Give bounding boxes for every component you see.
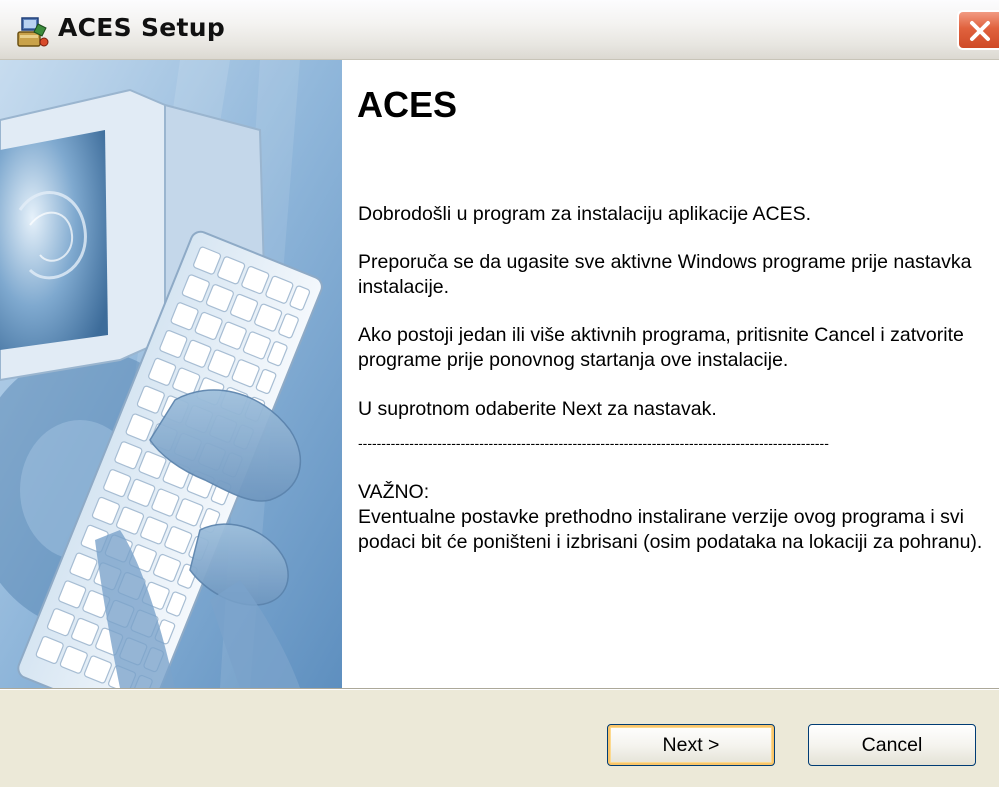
important-text: Eventualne postavke prethodno instaliran… [358,506,983,553]
recommendation-text: Preporuča se da ugasite sve aktivne Wind… [358,251,972,298]
setup-window: ACES Setup ACES Dobrodošli u program za … [0,0,999,787]
window-title: ACES Setup [58,13,226,42]
page-heading: ACES [357,84,458,125]
text-separator: ----------------------------------------… [358,435,829,451]
next-button[interactable]: Next > [607,724,775,766]
important-title: VAŽNO: [358,481,430,503]
active-programs-text: Ako postoji jedan ili više aktivnih prog… [358,324,964,371]
divider-highlight [0,689,999,690]
wizard-banner-image [0,60,342,688]
welcome-text: Dobrodošli u program za instalaciju apli… [358,203,812,225]
title-bar[interactable]: ACES Setup [0,0,999,60]
important-notice: VAŽNO: Eventualne postavke prethodno ins… [358,480,988,555]
next-instruction-text: U suprotnom odaberite Next za nastavak. [358,398,717,420]
cancel-button[interactable]: Cancel [808,724,976,766]
close-x-icon [970,21,990,41]
content-panel: ACES Dobrodošli u program za instalaciju… [342,60,999,688]
setup-installer-icon [14,14,50,50]
close-button[interactable] [957,10,999,50]
